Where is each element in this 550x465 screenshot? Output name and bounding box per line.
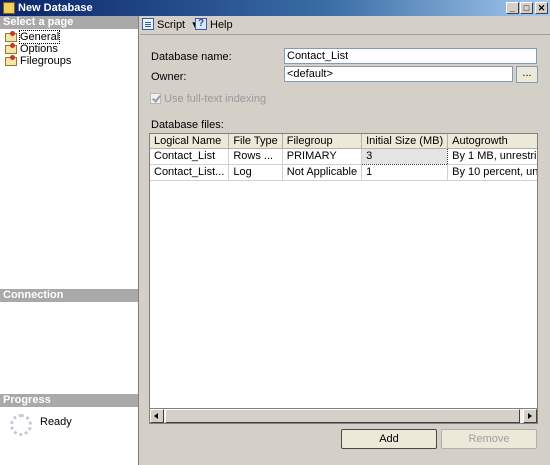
progress-area: Ready: [0, 409, 138, 451]
scroll-right-arrow-icon[interactable]: [523, 409, 537, 423]
script-button[interactable]: Script ▾: [142, 18, 198, 32]
file-type-cell[interactable]: Rows ...: [228, 148, 283, 165]
logical-name-cell[interactable]: Contact_List...: [150, 164, 230, 181]
column-header-filegroup[interactable]: Filegroup: [282, 134, 363, 149]
page-wrench-icon: [4, 55, 17, 66]
files-table: Logical Name File Type Filegroup Initial…: [150, 134, 537, 181]
new-database-dialog: New Database _ □ ✕ Select a page General…: [0, 0, 550, 465]
progress-spinner-icon: [10, 414, 32, 436]
page-item-options[interactable]: Options: [4, 43, 58, 55]
fulltext-checkbox-row[interactable]: Use full-text indexing: [150, 93, 266, 105]
logical-name-cell[interactable]: Contact_List: [150, 148, 230, 165]
column-header-logical-name[interactable]: Logical Name: [150, 134, 230, 149]
toolbar: Script ▾ Help: [140, 16, 550, 34]
scrollbar-thumb[interactable]: [165, 409, 520, 423]
column-header-file-type[interactable]: File Type: [228, 134, 283, 149]
filegroup-cell[interactable]: PRIMARY: [282, 148, 363, 165]
database-files-grid[interactable]: Logical Name File Type Filegroup Initial…: [149, 133, 538, 424]
header-row: Logical Name File Type Filegroup Initial…: [150, 134, 537, 149]
progress-header: Progress: [0, 394, 138, 407]
fulltext-checkbox[interactable]: [150, 93, 161, 104]
script-label: Script: [157, 19, 186, 31]
page-wrench-icon: [4, 43, 17, 54]
left-panel: Select a page General Options Filegroups…: [0, 16, 139, 465]
autogrowth-cell[interactable]: By 10 percent, unrestricted growth: [447, 164, 537, 181]
toolbar-divider: [140, 34, 550, 35]
filegroup-cell[interactable]: Not Applicable: [282, 164, 363, 181]
owner-label: Owner:: [151, 71, 187, 83]
database-name-label: Database name:: [151, 51, 232, 63]
owner-browse-button[interactable]: ...: [516, 66, 538, 83]
page-item-label: Filegroups: [20, 55, 72, 67]
status-bar: [140, 458, 550, 465]
table-row[interactable]: Contact_List... Log Not Applicable 1 By …: [150, 164, 537, 181]
minimize-button[interactable]: _: [506, 2, 519, 14]
maximize-button[interactable]: □: [520, 2, 533, 14]
page-wrench-icon: [4, 31, 17, 42]
add-button[interactable]: Add: [341, 429, 437, 449]
fulltext-label: Use full-text indexing: [164, 93, 267, 105]
autogrowth-cell[interactable]: By 1 MB, unrestricted growth: [447, 148, 537, 165]
initial-size-cell[interactable]: 3: [361, 147, 449, 165]
page-item-filegroups[interactable]: Filegroups: [4, 55, 71, 67]
help-label: Help: [210, 19, 233, 31]
horizontal-scrollbar[interactable]: [149, 408, 538, 424]
script-icon: [142, 18, 154, 30]
file-type-cell[interactable]: Log: [228, 164, 283, 181]
page-item-label: Options: [20, 43, 58, 55]
owner-input[interactable]: <default>: [284, 66, 513, 82]
connection-header: Connection: [0, 289, 138, 302]
table-row[interactable]: Contact_List Rows ... PRIMARY 3 By 1 MB,…: [150, 147, 537, 165]
page-item-general[interactable]: General: [4, 30, 61, 44]
initial-size-cell[interactable]: 1: [361, 164, 449, 181]
remove-button[interactable]: Remove: [441, 429, 537, 449]
page-item-label: General: [18, 30, 61, 44]
window-title: New Database: [18, 2, 93, 14]
title-bar[interactable]: New Database _ □ ✕: [0, 0, 550, 16]
progress-status: Ready: [40, 416, 72, 428]
column-header-initial-size[interactable]: Initial Size (MB): [361, 134, 449, 149]
close-button[interactable]: ✕: [535, 2, 548, 14]
help-button[interactable]: Help: [195, 17, 233, 32]
database-files-label: Database files:: [151, 119, 224, 131]
database-name-input[interactable]: Contact_List: [284, 48, 537, 64]
scroll-left-arrow-icon[interactable]: [150, 409, 164, 423]
help-icon: [195, 17, 207, 31]
select-page-header: Select a page: [0, 16, 138, 29]
database-icon: [3, 2, 15, 14]
column-header-autogrowth[interactable]: Autogrowth: [447, 134, 537, 149]
